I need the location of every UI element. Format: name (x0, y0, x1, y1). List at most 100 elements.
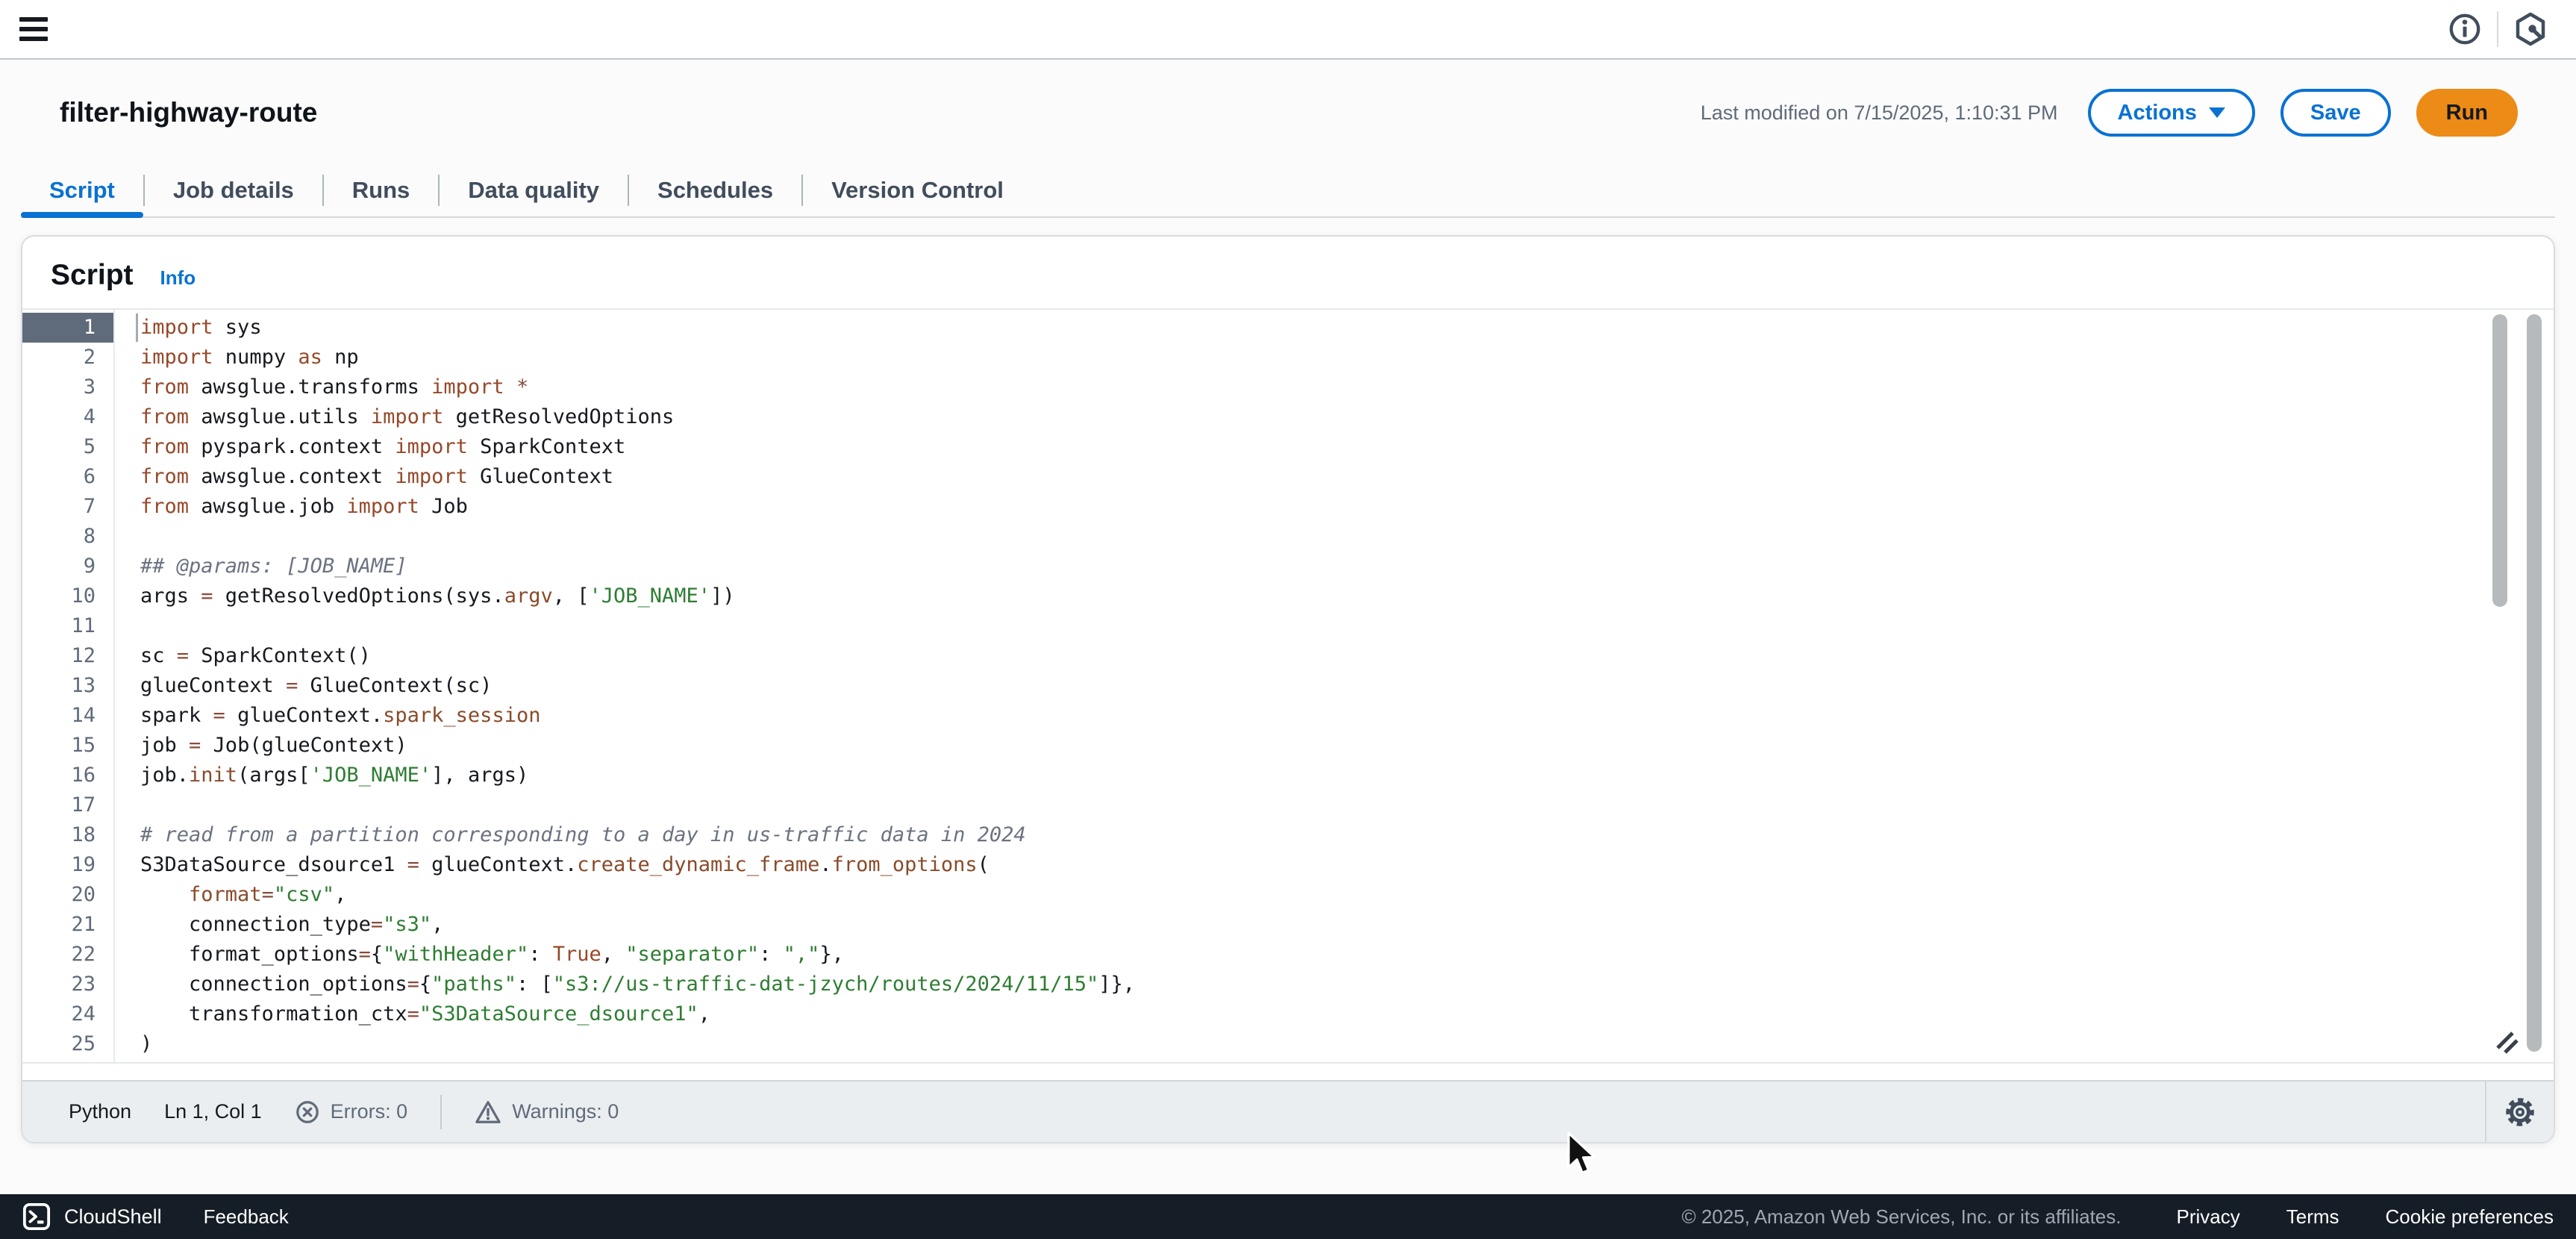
line-number[interactable]: 26 (22, 1059, 113, 1064)
line-number[interactable]: 1 (22, 313, 113, 343)
line-number[interactable]: 22 (22, 940, 113, 970)
tab-job-details[interactable]: Job details (145, 164, 322, 216)
code-line[interactable]: glueContext = GlueContext(sc) (140, 671, 2457, 701)
code-line[interactable]: S3DataSource_dsource1 = glueContext.crea… (140, 850, 2457, 880)
editor-text-cursor (136, 313, 138, 342)
code-line[interactable]: spark = glueContext.spark_session (140, 701, 2457, 731)
line-number[interactable]: 9 (22, 552, 113, 581)
code-line[interactable]: from awsglue.job import Job (140, 492, 2457, 522)
tab-version-control[interactable]: Version Control (803, 164, 1032, 216)
line-number[interactable]: 21 (22, 910, 113, 940)
page-title: filter-highway-route (60, 97, 1701, 128)
cursor-position: Ln 1, Col 1 (164, 1100, 262, 1123)
line-number[interactable]: 25 (22, 1029, 113, 1059)
code-editor[interactable]: 1234567891011121314151617181920212223242… (22, 308, 2554, 1064)
code-line[interactable] (140, 790, 2457, 820)
footer-link-privacy[interactable]: Privacy (2177, 1205, 2240, 1229)
line-number[interactable]: 5 (22, 432, 113, 462)
code-line[interactable]: from awsglue.transforms import * (140, 372, 2457, 402)
code-line[interactable]: format_options={"withHeader": True, "sep… (140, 940, 2457, 970)
info-link[interactable]: Info (160, 266, 196, 290)
code-line[interactable]: sc = SparkContext() (140, 641, 2457, 671)
footer-link-terms[interactable]: Terms (2286, 1205, 2339, 1229)
warnings-indicator[interactable]: Warnings: 0 (475, 1099, 619, 1125)
code-line[interactable]: from awsglue.utils import getResolvedOpt… (140, 402, 2457, 432)
status-divider (440, 1095, 442, 1129)
resize-handle-icon[interactable] (2494, 1029, 2521, 1056)
topbar-actions (2439, 3, 2557, 55)
code-lines: import sysimport numpy as npfrom awsglue… (115, 313, 2457, 1064)
tab-runs[interactable]: Runs (324, 164, 439, 216)
page-header: filter-highway-route Last modified on 7/… (0, 61, 2576, 164)
cloudshell-icon (22, 1202, 51, 1231)
run-button[interactable]: Run (2416, 89, 2518, 137)
code-line[interactable]: transformation_ctx="S3DataSource_dsource… (140, 999, 2457, 1029)
gear-icon (2502, 1094, 2538, 1130)
save-button[interactable]: Save (2280, 89, 2391, 137)
code-line[interactable]: from awsglue.context import GlueContext (140, 462, 2457, 492)
code-line[interactable]: args = getResolvedOptions(sys.argv, ['JO… (140, 581, 2457, 611)
footer-link-cookie-preferences[interactable]: Cookie preferences (2386, 1205, 2554, 1229)
line-number[interactable]: 11 (22, 611, 113, 641)
code-line[interactable]: job.init(args['JOB_NAME'], args) (140, 761, 2457, 790)
code-line[interactable] (140, 1059, 2457, 1064)
job-tabs: ScriptJob detailsRunsData qualitySchedul… (21, 164, 2555, 218)
panel-scrollbar-thumb[interactable] (2527, 314, 2542, 1052)
tab-script[interactable]: Script (21, 164, 143, 216)
service-button[interactable] (2504, 3, 2557, 55)
line-number[interactable]: 20 (22, 880, 113, 910)
code-line[interactable]: format="csv", (140, 880, 2457, 910)
code-line[interactable]: # read from a partition corresponding to… (140, 820, 2457, 850)
code-line[interactable]: connection_options={"paths": ["s3://us-t… (140, 970, 2457, 999)
line-number[interactable]: 23 (22, 970, 113, 999)
copyright-text: © 2025, Amazon Web Services, Inc. or its… (1681, 1205, 2121, 1229)
footer-right: © 2025, Amazon Web Services, Inc. or its… (1681, 1205, 2554, 1229)
warning-icon (475, 1099, 501, 1125)
line-number[interactable]: 8 (22, 522, 113, 552)
line-number[interactable]: 14 (22, 701, 113, 731)
line-number[interactable]: 13 (22, 671, 113, 701)
error-icon (295, 1099, 320, 1125)
errors-indicator[interactable]: Errors: 0 (295, 1099, 408, 1125)
info-button[interactable] (2439, 3, 2491, 55)
editor-scrollbar-thumb[interactable] (2492, 314, 2507, 607)
tab-data-quality[interactable]: Data quality (440, 164, 628, 216)
code-line[interactable]: ) (140, 1029, 2457, 1059)
line-number[interactable]: 24 (22, 999, 113, 1029)
code-line[interactable]: connection_type="s3", (140, 910, 2457, 940)
script-panel-heading: Script Info (22, 237, 2554, 308)
code-line[interactable] (140, 611, 2457, 641)
caret-down-icon (2209, 107, 2225, 119)
code-line[interactable] (140, 522, 2457, 552)
line-number[interactable]: 16 (22, 761, 113, 790)
code-line[interactable]: job = Job(glueContext) (140, 731, 2457, 761)
line-number[interactable]: 6 (22, 462, 113, 492)
script-panel: Script Info 1234567891011121314151617181… (21, 235, 2555, 1143)
actions-button[interactable]: Actions (2088, 89, 2255, 137)
line-number[interactable]: 2 (22, 343, 113, 372)
line-number[interactable]: 7 (22, 492, 113, 522)
tab-schedules[interactable]: Schedules (629, 164, 801, 216)
line-number[interactable]: 17 (22, 790, 113, 820)
cloudshell-label: CloudShell (64, 1205, 162, 1229)
line-number[interactable]: 10 (22, 581, 113, 611)
code-line[interactable]: from pyspark.context import SparkContext (140, 432, 2457, 462)
code-line[interactable]: import sys (140, 313, 2457, 343)
line-number[interactable]: 18 (22, 820, 113, 850)
hamburger-icon (19, 17, 48, 22)
hamburger-icon (19, 27, 48, 31)
app-root: filter-highway-route Last modified on 7/… (0, 0, 2576, 1239)
code-line[interactable]: ## @params: [JOB_NAME] (140, 552, 2457, 581)
language-indicator: Python (69, 1100, 131, 1123)
line-number[interactable]: 12 (22, 641, 113, 671)
feedback-link[interactable]: Feedback (204, 1205, 289, 1229)
line-number[interactable]: 19 (22, 850, 113, 880)
editor-settings-button[interactable] (2502, 1094, 2538, 1130)
code-line[interactable]: import numpy as np (140, 343, 2457, 372)
line-number[interactable]: 4 (22, 402, 113, 432)
last-modified-text: Last modified on 7/15/2025, 1:10:31 PM (1701, 102, 2058, 125)
menu-button[interactable] (19, 8, 57, 50)
line-number[interactable]: 15 (22, 731, 113, 761)
cloudshell-button[interactable]: CloudShell (22, 1202, 162, 1231)
line-number[interactable]: 3 (22, 372, 113, 402)
